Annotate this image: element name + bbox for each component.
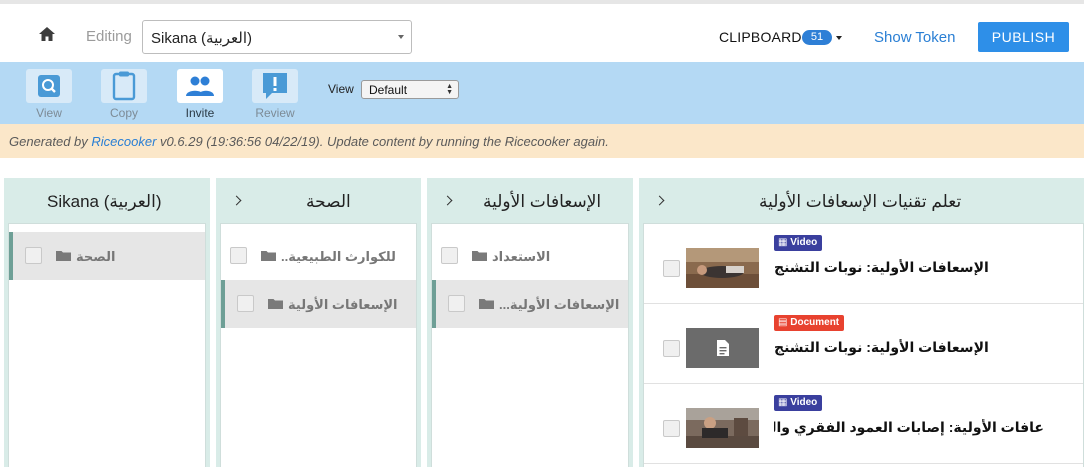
clipboard-count-badge: 51 [802, 30, 832, 45]
notice-suffix: v0.6.29 (19:36:56 04/22/19). Update cont… [156, 134, 609, 149]
film-icon: ▦ [778, 237, 788, 248]
column-title: Sikana (العربية) [47, 192, 162, 211]
item-label: الصحة [76, 249, 116, 264]
list-item[interactable]: الإسعافات الأولية [221, 280, 416, 328]
column-header: الصحة [216, 178, 421, 223]
view-mode-label: View [328, 82, 354, 96]
badge-label: Video [790, 397, 818, 408]
item-label: الإسعافات الأولية [288, 297, 398, 312]
notice-prefix: Generated by [9, 134, 92, 149]
column-header: تعلم تقنيات الإسعافات الأولية [639, 178, 1084, 223]
video-badge: ▦ Video [774, 395, 823, 411]
badge-label: Video [790, 237, 818, 248]
folder-icon [472, 251, 487, 261]
chevron-right-icon[interactable] [231, 195, 242, 206]
document-badge: ▤ Document [774, 315, 845, 331]
item-label: للكوارث الطبيعية.. [281, 249, 396, 264]
list-item[interactable]: الإسعافات الأولية... [432, 280, 628, 328]
column-title: الصحة [306, 192, 351, 211]
column-list: للكوارث الطبيعية.. الإسعافات الأولية [220, 223, 417, 467]
folder-icon [56, 251, 71, 261]
column-title: الإسعافات الأولية [483, 192, 602, 211]
column-health: الصحة للكوارث الطبيعية.. الإسعافات الأول… [216, 178, 421, 467]
top-header: Editing Sikana (العربية) CLIPBOARD 51 Sh… [0, 0, 1084, 62]
clipboard-icon [112, 71, 136, 101]
column-title: تعلم تقنيات الإسعافات الأولية [759, 192, 962, 211]
view-tool-label: View [36, 106, 62, 120]
item-label: الاستعداد [492, 249, 551, 264]
people-icon [186, 76, 214, 96]
exclamation-icon [263, 73, 287, 99]
review-tool-label: Review [255, 106, 295, 120]
folder-icon [261, 251, 276, 261]
resource-list: ▦ Video الإسعافات الأولية: نوبات التشنج … [643, 223, 1084, 467]
item-checkbox[interactable] [448, 295, 465, 312]
view-mode-select[interactable]: Default ▲ ▼ [361, 80, 459, 99]
video-badge: ▦ Video [774, 235, 823, 251]
video-thumbnail [686, 408, 759, 448]
item-checkbox[interactable] [25, 247, 42, 264]
column-root: Sikana (العربية) الصحة [4, 178, 210, 467]
search-icon [38, 75, 60, 97]
column-list: الصحة [8, 223, 206, 467]
invite-tool-label: Invite [185, 106, 215, 120]
clipboard-button[interactable]: CLIPBOARD [719, 29, 802, 45]
resource-title: الإسعافات الأولية: نوبات التشنج [774, 259, 989, 275]
caret-down-icon[interactable] [836, 36, 842, 40]
item-checkbox[interactable] [237, 295, 254, 312]
invite-tool-button[interactable]: Invite [177, 69, 223, 120]
generated-notice: Generated by Ricecooker v0.6.29 (19:36:5… [0, 124, 1084, 158]
video-thumbnail [686, 248, 759, 288]
chevron-right-icon[interactable] [442, 195, 453, 206]
view-tool-button[interactable]: View [26, 69, 72, 120]
item-checkbox[interactable] [663, 340, 680, 357]
resource-row[interactable]: ▤ Document الإسعافات الأولية: نوبات التش… [644, 304, 1083, 384]
copy-tool-button[interactable]: Copy [101, 69, 147, 120]
badge-label: Document [790, 317, 840, 328]
document-icon: ▤ [778, 317, 788, 328]
item-checkbox[interactable] [441, 247, 458, 264]
resource-row[interactable]: ▦ Video الإسعافات الأولية: نوبات التشنج [644, 224, 1083, 304]
column-header: الإسعافات الأولية [427, 178, 633, 223]
item-checkbox[interactable] [230, 247, 247, 264]
resource-row[interactable]: ▦ Video عافات الأولية: إصابات العمود الف… [644, 384, 1083, 464]
publish-button[interactable]: PUBLISH [978, 22, 1069, 52]
document-thumbnail [686, 328, 759, 368]
list-item[interactable]: الصحة [9, 232, 205, 280]
column-first-aid: الإسعافات الأولية الاستعداد الإسعافات ال… [427, 178, 633, 467]
folder-icon [268, 299, 283, 309]
list-item[interactable]: الاستعداد [432, 232, 628, 280]
show-token-link[interactable]: Show Token [874, 29, 955, 46]
home-icon[interactable] [38, 26, 56, 42]
item-checkbox[interactable] [663, 260, 680, 277]
film-icon: ▦ [778, 397, 788, 408]
chevron-down-icon [398, 35, 404, 39]
toolbar: View Copy Invite Review [0, 62, 1084, 124]
column-header: Sikana (العربية) [4, 178, 210, 223]
ricecooker-link[interactable]: Ricecooker [91, 134, 156, 149]
resource-title: الإسعافات الأولية: نوبات التشنج [774, 339, 989, 355]
column-first-aid-techniques: تعلم تقنيات الإسعافات الأولية ▦ Video ال… [639, 178, 1084, 467]
review-tool-button[interactable]: Review [252, 69, 298, 120]
editing-label: Editing [86, 28, 132, 45]
notice-text: Generated by Ricecooker v0.6.29 (19:36:5… [9, 134, 609, 149]
channel-select-value: Sikana (العربية) [151, 30, 253, 47]
resource-title: عافات الأولية: إصابات العمود الفقري والر… [774, 419, 1044, 435]
channel-select[interactable]: Sikana (العربية) [142, 20, 412, 54]
item-label: الإسعافات الأولية... [499, 297, 620, 312]
folder-icon [479, 299, 494, 309]
column-list: الاستعداد الإسعافات الأولية... [431, 223, 629, 467]
item-checkbox[interactable] [663, 420, 680, 437]
copy-tool-label: Copy [109, 106, 138, 120]
list-item[interactable]: للكوارث الطبيعية.. [221, 232, 416, 280]
stepper-arrows-icon: ▲ ▼ [446, 83, 453, 96]
view-mode-value: Default [369, 83, 408, 97]
chevron-right-icon[interactable] [654, 195, 665, 206]
